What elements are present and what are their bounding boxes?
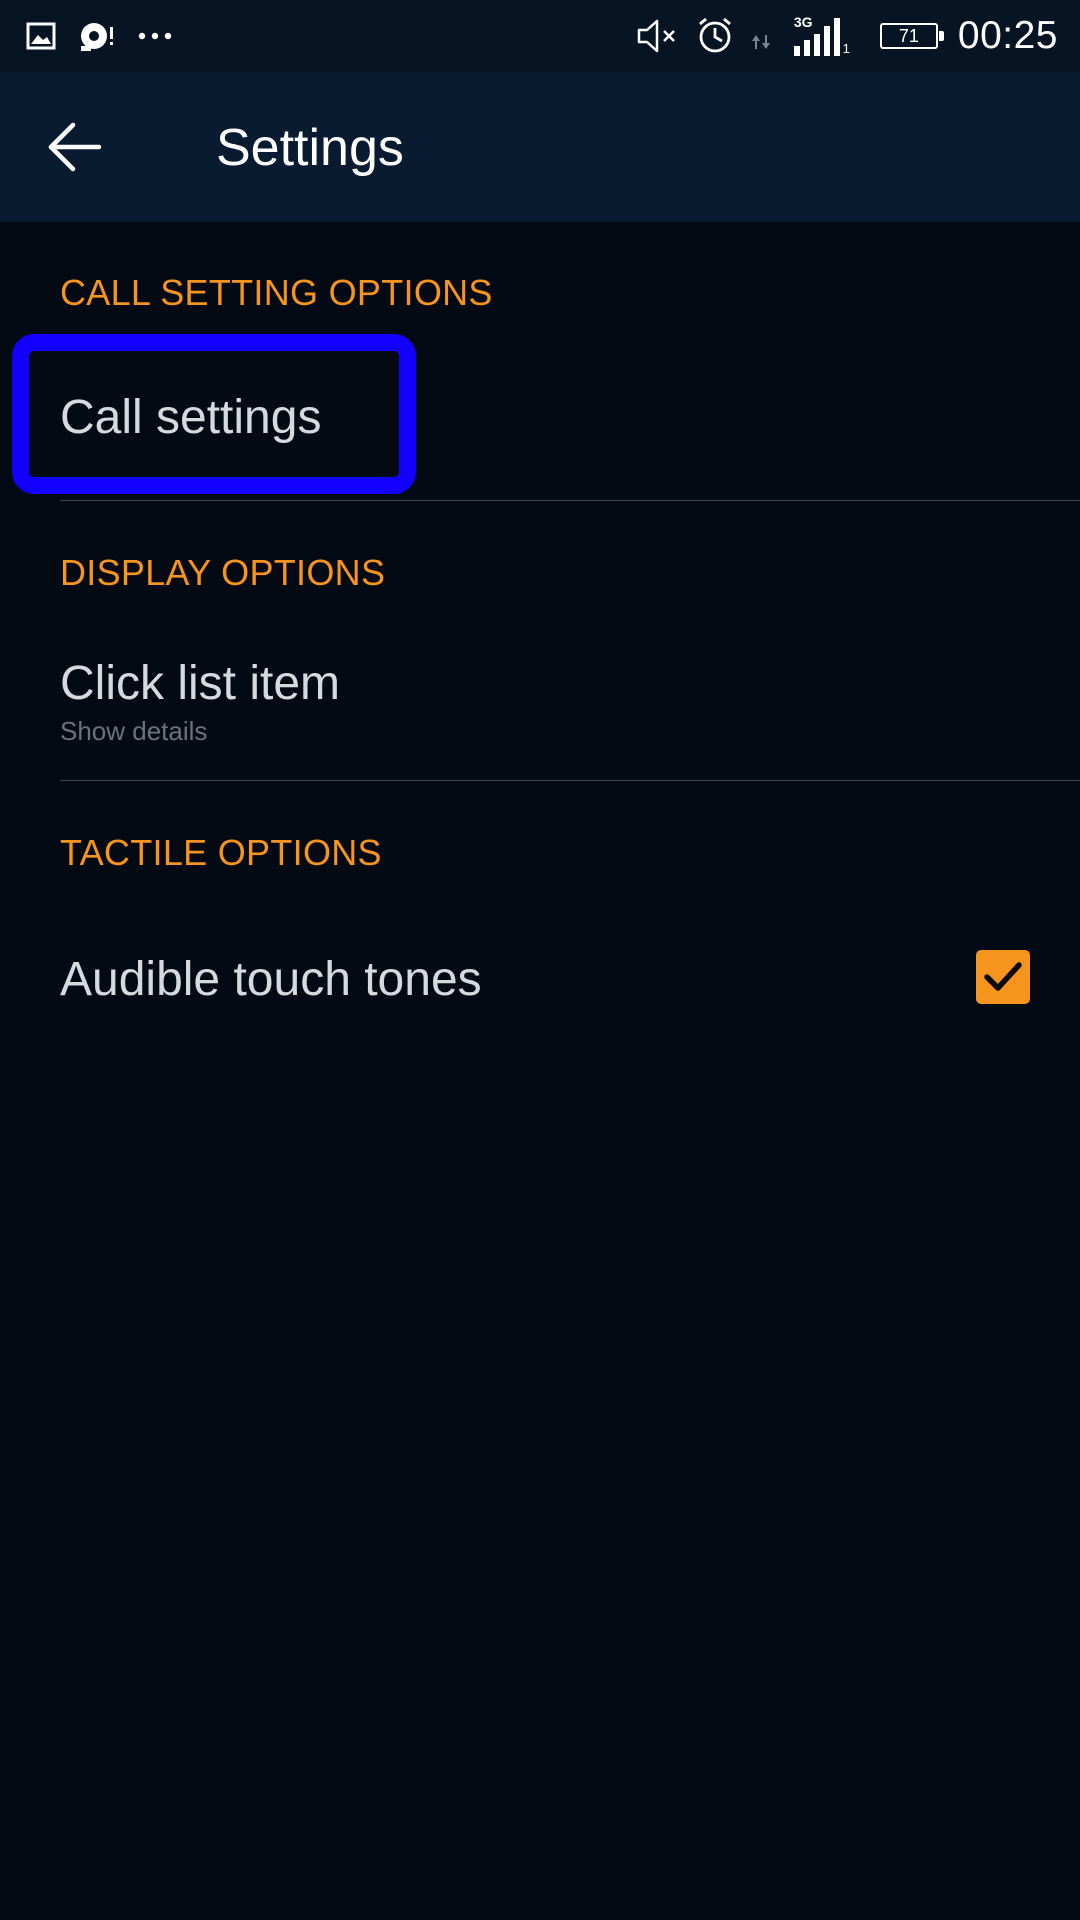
list-item-title: Call settings xyxy=(60,391,322,444)
app-bar: Settings xyxy=(0,72,1080,222)
signal-icon xyxy=(793,18,840,56)
sync-alert-icon xyxy=(81,23,113,51)
mute-icon xyxy=(637,19,675,53)
list-item-title: Audible touch tones xyxy=(60,953,482,1006)
gallery-icon xyxy=(26,22,56,50)
divider xyxy=(60,500,1080,501)
sim-slot-label: 1 xyxy=(842,41,850,56)
status-bar: 3G 1 71 00:25 xyxy=(0,0,1080,72)
back-button[interactable] xyxy=(44,117,106,177)
data-arrows-icon xyxy=(751,35,770,49)
arrow-left-icon xyxy=(48,122,102,172)
checkmark-icon xyxy=(984,962,1022,991)
signal-indicator: 3G 1 xyxy=(788,14,850,58)
page-title: Settings xyxy=(216,119,404,177)
section-header-tactile-options: TACTILE OPTIONS xyxy=(60,832,382,873)
divider xyxy=(60,780,1080,781)
battery-icon: 71 xyxy=(879,23,944,49)
status-bar-left xyxy=(26,16,172,56)
battery-level: 71 xyxy=(898,26,919,46)
list-item-summary: Show details xyxy=(60,716,208,746)
more-dots-icon xyxy=(138,32,172,40)
status-bar-right: 3G 1 71 00:25 xyxy=(636,10,1058,62)
list-item-click-list-item[interactable]: Click list item Show details xyxy=(0,620,1080,780)
alarm-icon xyxy=(698,17,731,53)
list-item-call-settings[interactable]: Call settings xyxy=(0,340,1080,500)
section-header-display-options: DISPLAY OPTIONS xyxy=(60,552,386,593)
list-item-audible-touch-tones[interactable]: Audible touch tones xyxy=(0,900,1080,1060)
list-item-title: Click list item xyxy=(60,657,341,710)
status-time: 00:25 xyxy=(957,14,1058,57)
screen: 3G 1 71 00:25 Settings CALL SETTING OPTI… xyxy=(0,0,1080,1920)
section-header-call-setting-options: CALL SETTING OPTIONS xyxy=(60,272,493,313)
audible-touch-tones-checkbox[interactable] xyxy=(976,950,1030,1004)
